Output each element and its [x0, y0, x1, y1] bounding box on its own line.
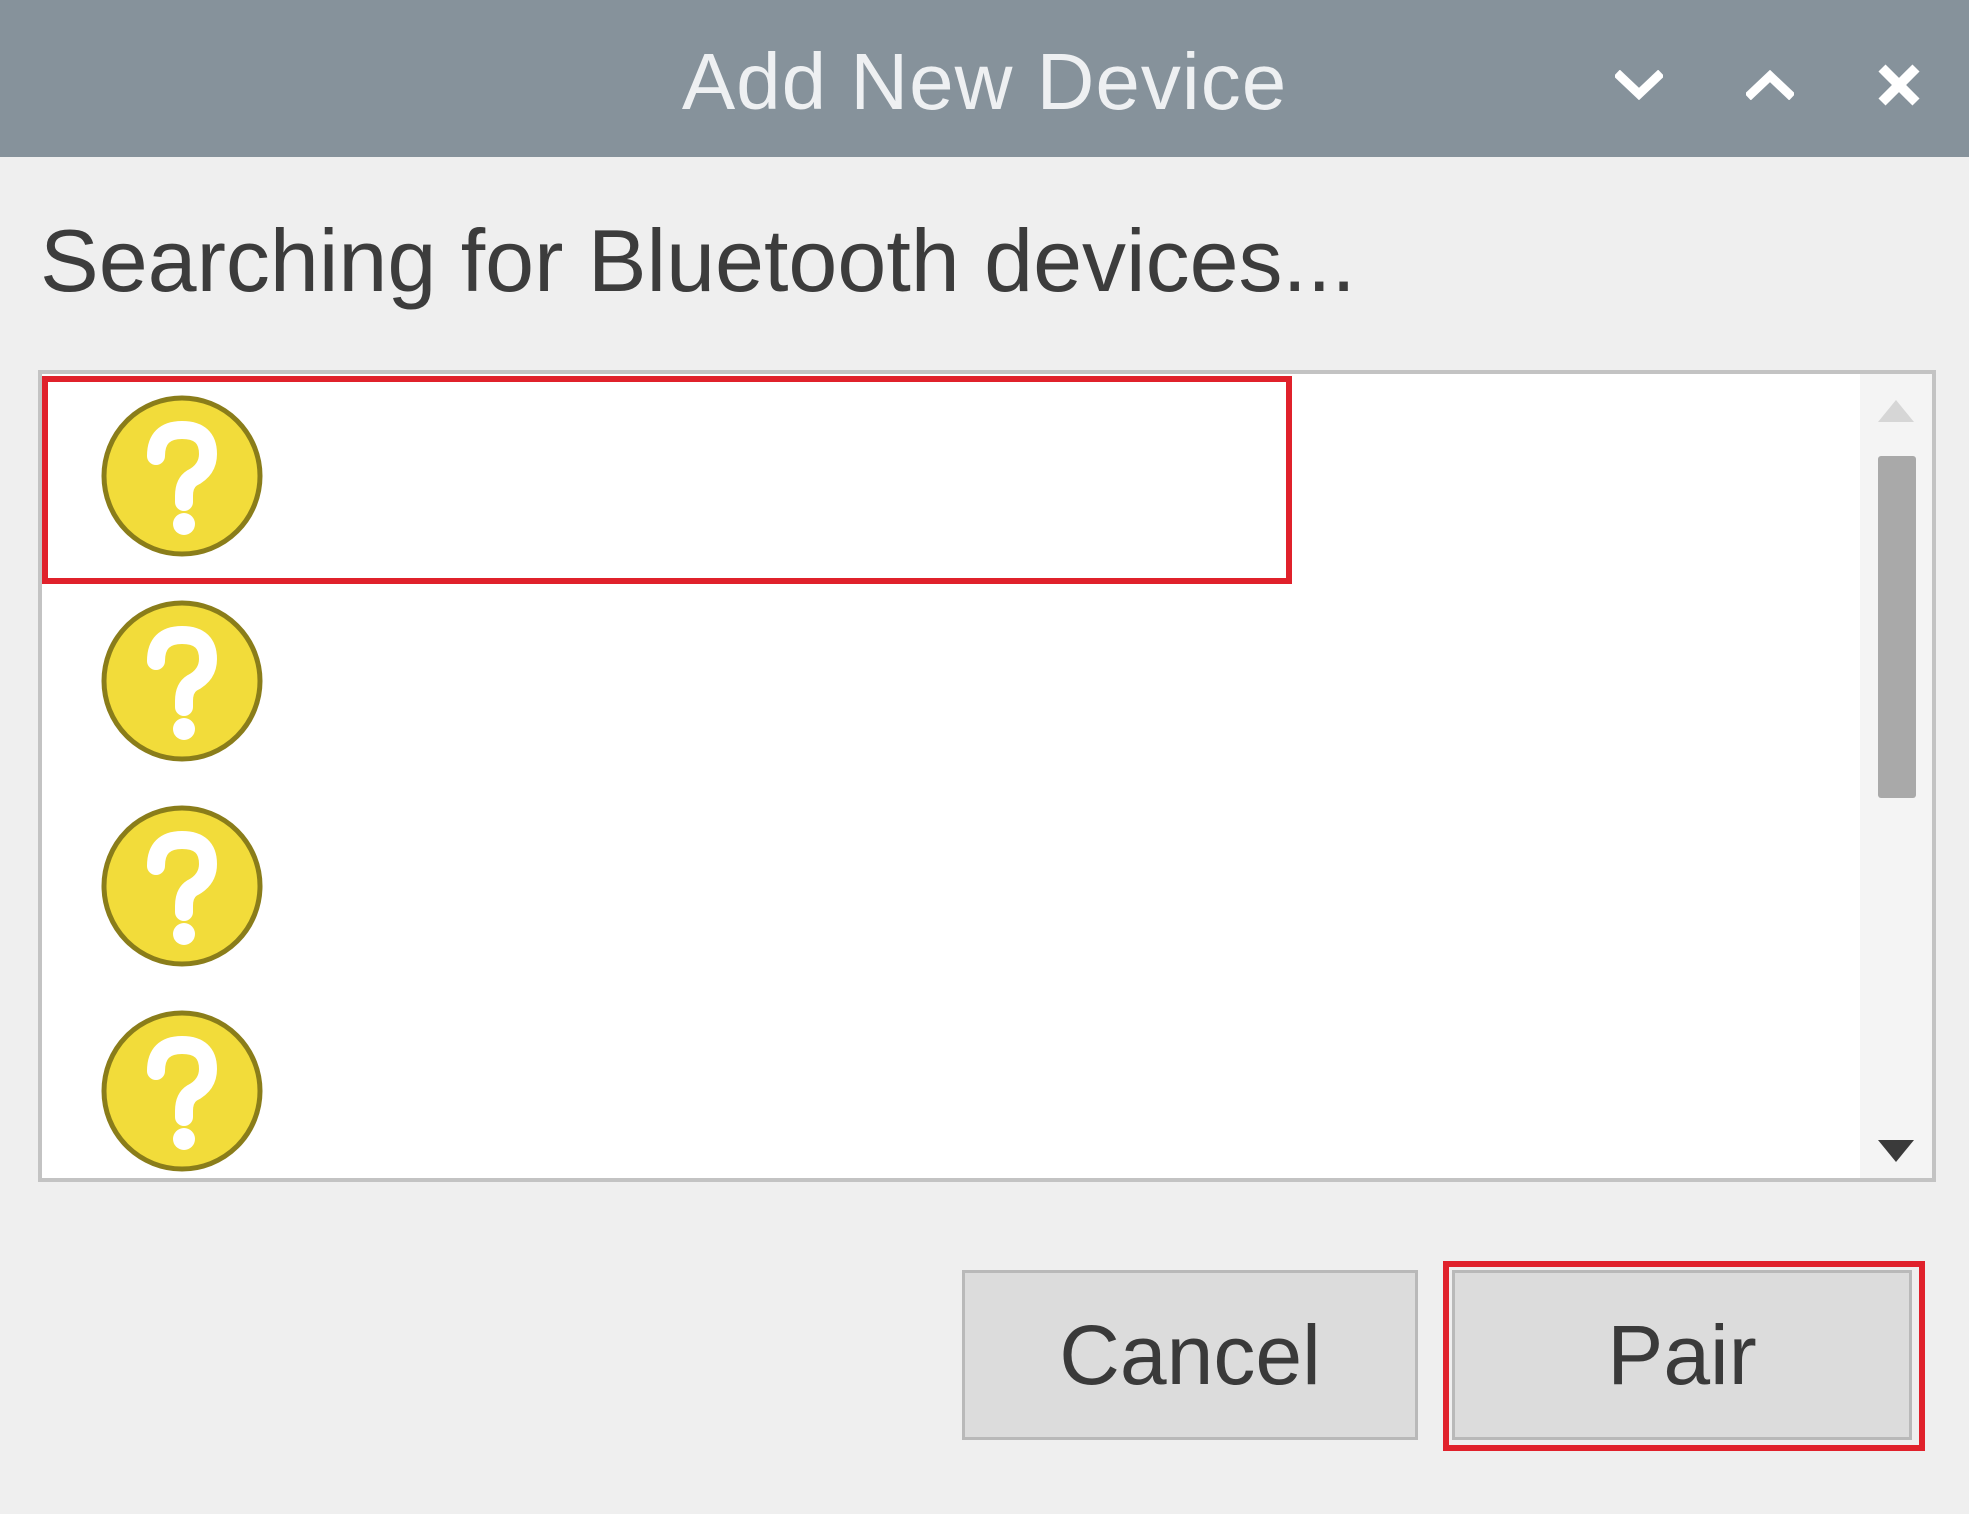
device-list-item[interactable]: [42, 579, 1864, 784]
unknown-device-icon: [100, 394, 264, 558]
scroll-down-arrow-icon[interactable]: [1874, 1136, 1918, 1166]
device-list-item[interactable]: [42, 374, 1864, 579]
device-list-item[interactable]: [42, 989, 1864, 1178]
close-button[interactable]: [1864, 50, 1934, 120]
titlebar[interactable]: Add New Device: [0, 0, 1969, 157]
search-status-text: Searching for Bluetooth devices...: [40, 211, 1356, 310]
scroll-up-arrow-icon[interactable]: [1874, 396, 1918, 426]
close-icon: [1877, 63, 1921, 107]
vertical-scrollbar[interactable]: [1860, 374, 1932, 1178]
chevron-up-icon: [1746, 70, 1794, 100]
device-list-item[interactable]: [42, 784, 1864, 989]
chevron-down-icon: [1615, 70, 1663, 100]
cancel-button[interactable]: Cancel: [962, 1270, 1418, 1440]
unknown-device-icon: [100, 804, 264, 968]
minimize-button[interactable]: [1604, 50, 1674, 120]
unknown-device-icon: [100, 599, 264, 763]
add-new-device-window: Add New Device Searching for Bluetooth d…: [0, 0, 1969, 1514]
pair-button[interactable]: Pair: [1452, 1270, 1912, 1440]
device-list[interactable]: [38, 370, 1936, 1182]
maximize-button[interactable]: [1735, 50, 1805, 120]
unknown-device-icon: [100, 1009, 264, 1173]
scrollbar-thumb[interactable]: [1878, 456, 1916, 798]
